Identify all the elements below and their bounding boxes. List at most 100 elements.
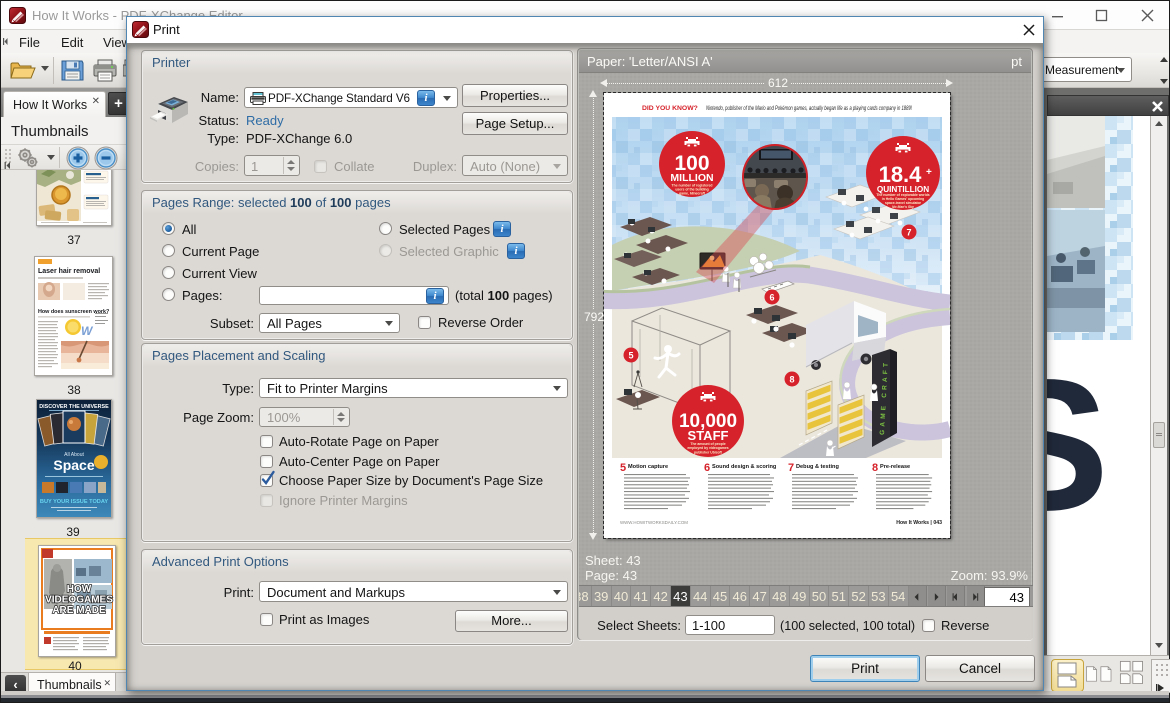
copies-spinner[interactable]: 1	[244, 155, 300, 176]
page-zoom-spin-icons[interactable]	[333, 409, 348, 425]
range-current-page-radio[interactable]	[162, 244, 175, 257]
zoom-in-button[interactable]	[65, 145, 92, 172]
strip-page-53[interactable]: 53	[869, 586, 889, 607]
print-dialog-close-icon[interactable]	[1021, 22, 1037, 38]
strip-first-button[interactable]	[947, 586, 965, 607]
duplex-combo[interactable]: Auto (None)	[462, 155, 568, 176]
range-pages-radio[interactable]	[162, 288, 175, 301]
strip-page-51[interactable]: 51	[829, 586, 849, 607]
document-tab[interactable]: How It Works ✕	[3, 91, 106, 117]
thumbnail-page-37[interactable]	[36, 170, 112, 226]
pages-input[interactable]: i	[259, 286, 449, 305]
more-button[interactable]: More...	[455, 610, 568, 632]
thumbnail-number-39[interactable]: 39	[35, 525, 111, 539]
page-setup-button[interactable]: Page Setup...	[462, 112, 568, 135]
dock-collapse-icon[interactable]	[3, 161, 12, 170]
check-mark-icon	[260, 469, 276, 487]
zoom-out-button[interactable]	[93, 145, 120, 172]
printer-info-icon[interactable]: i	[417, 90, 435, 106]
save-button[interactable]	[59, 57, 86, 84]
toolbar-overflow-up-icon[interactable]	[1159, 56, 1169, 64]
stat-circle-100-million: 100 MILLION The number of registered use…	[659, 131, 725, 197]
printer-name-combo[interactable]: PDF-XChange Standard V6 i	[244, 87, 458, 108]
selected-pages-info-icon[interactable]: i	[493, 221, 511, 237]
maximize-button[interactable]	[1079, 1, 1123, 30]
placement-type-combo[interactable]: Fit to Printer Margins	[259, 378, 568, 398]
document-page[interactable]: S	[1047, 116, 1150, 655]
strip-page-41[interactable]: 41	[631, 586, 651, 607]
strip-page-46[interactable]: 46	[730, 586, 750, 607]
scrollbar-thumb[interactable]	[1153, 422, 1165, 448]
strip-last-button[interactable]	[967, 586, 985, 607]
strip-page-42[interactable]: 42	[651, 586, 671, 607]
toolbar-overflow-down-icon[interactable]	[1159, 78, 1169, 86]
document-scrollbar[interactable]	[1150, 116, 1167, 655]
thumbnail-page-40[interactable]: HOW VIDEOGAMES ARE MADE	[38, 545, 116, 657]
strip-prev-button[interactable]	[909, 586, 927, 607]
ignore-margins-checkbox[interactable]	[260, 494, 273, 507]
collate-checkbox[interactable]	[314, 160, 327, 173]
subset-combo[interactable]: All Pages	[259, 313, 400, 333]
strip-next-button[interactable]	[928, 586, 946, 607]
strip-page-52[interactable]: 52	[849, 586, 869, 607]
range-all-radio[interactable]	[162, 222, 175, 235]
strip-page-48[interactable]: 48	[770, 586, 790, 607]
layout-grid-icon[interactable]	[1119, 660, 1149, 690]
strip-page-44[interactable]: 44	[691, 586, 711, 607]
menu-file[interactable]: File	[13, 33, 46, 52]
page-zoom-spinner[interactable]: 100%	[259, 407, 350, 427]
gear-options-icon[interactable]	[15, 146, 41, 170]
strip-page-38[interactable]: 38	[579, 586, 592, 607]
layout-single-page-icon[interactable]	[1085, 665, 1119, 686]
measurement-combo[interactable]: Measurement	[1038, 57, 1132, 82]
strip-page-50[interactable]: 50	[810, 586, 830, 607]
layout-two-pages-button[interactable]	[1051, 659, 1084, 692]
range-selected-graphic-radio[interactable]	[379, 244, 392, 257]
open-file-button[interactable]	[9, 58, 39, 82]
auto-center-checkbox[interactable]	[260, 455, 273, 468]
scroll-up-icon[interactable]	[1152, 118, 1166, 130]
scroll-down-icon[interactable]	[1152, 640, 1166, 652]
choose-paper-checkbox[interactable]	[260, 474, 273, 487]
strip-page-40[interactable]: 40	[612, 586, 632, 607]
strip-page-49[interactable]: 49	[790, 586, 810, 607]
properties-button[interactable]: Properties...	[462, 84, 568, 107]
strip-page-54[interactable]: 54	[889, 586, 909, 607]
thumbnails-bottom-tab-close-icon[interactable]: ✕	[103, 678, 111, 689]
print-button[interactable]: Print	[810, 655, 920, 682]
strip-page-47[interactable]: 47	[750, 586, 770, 607]
pages-info-icon[interactable]: i	[426, 288, 444, 304]
reverse-checkbox[interactable]	[922, 619, 935, 632]
gear-dropdown-icon[interactable]	[47, 155, 56, 161]
print-button-toolbar[interactable]	[91, 57, 119, 84]
thumbnail-page-38[interactable]: Laser hair removal How does sunscreen wo…	[34, 256, 113, 376]
thumbnail-number-40[interactable]: 40	[37, 659, 113, 672]
print-as-images-checkbox[interactable]	[260, 613, 273, 626]
open-file-dropdown-icon[interactable]	[41, 66, 50, 72]
document-tab-close-icon[interactable]: ✕	[92, 96, 100, 107]
range-selected-pages-radio[interactable]	[379, 222, 392, 235]
strip-page-45[interactable]: 45	[711, 586, 731, 607]
close-button[interactable]	[1125, 1, 1169, 30]
menu-edit[interactable]: Edit	[55, 33, 89, 52]
strip-page-39[interactable]: 39	[592, 586, 612, 607]
subset-value: All Pages	[267, 316, 322, 331]
panel-expand-button[interactable]	[1151, 659, 1170, 693]
advanced-print-combo[interactable]: Document and Markups	[259, 581, 568, 602]
reverse-order-checkbox[interactable]	[418, 316, 431, 329]
strip-page-input[interactable]: 43	[984, 587, 1030, 607]
thumbnail-number-38[interactable]: 38	[36, 383, 112, 397]
strip-page-43[interactable]: 43	[671, 586, 691, 607]
select-sheets-value: 1-100	[692, 618, 725, 633]
thumbnail-number-37[interactable]: 37	[36, 233, 112, 247]
stat2-plus: +	[926, 167, 932, 178]
range-current-view-radio[interactable]	[162, 266, 175, 279]
select-sheets-input[interactable]: 1-100	[685, 615, 775, 635]
auto-rotate-checkbox[interactable]	[260, 435, 273, 448]
thumbnail-page-39[interactable]: DISCOVER THE UNIVERSE All About Space	[36, 399, 112, 518]
cancel-button[interactable]: Cancel	[925, 655, 1035, 682]
selected-graphic-info-icon[interactable]: i	[507, 243, 525, 259]
copies-spin-icons[interactable]	[283, 157, 298, 174]
pane-close-icon[interactable]	[1150, 99, 1165, 114]
printer-status-label: Status:	[142, 113, 239, 128]
